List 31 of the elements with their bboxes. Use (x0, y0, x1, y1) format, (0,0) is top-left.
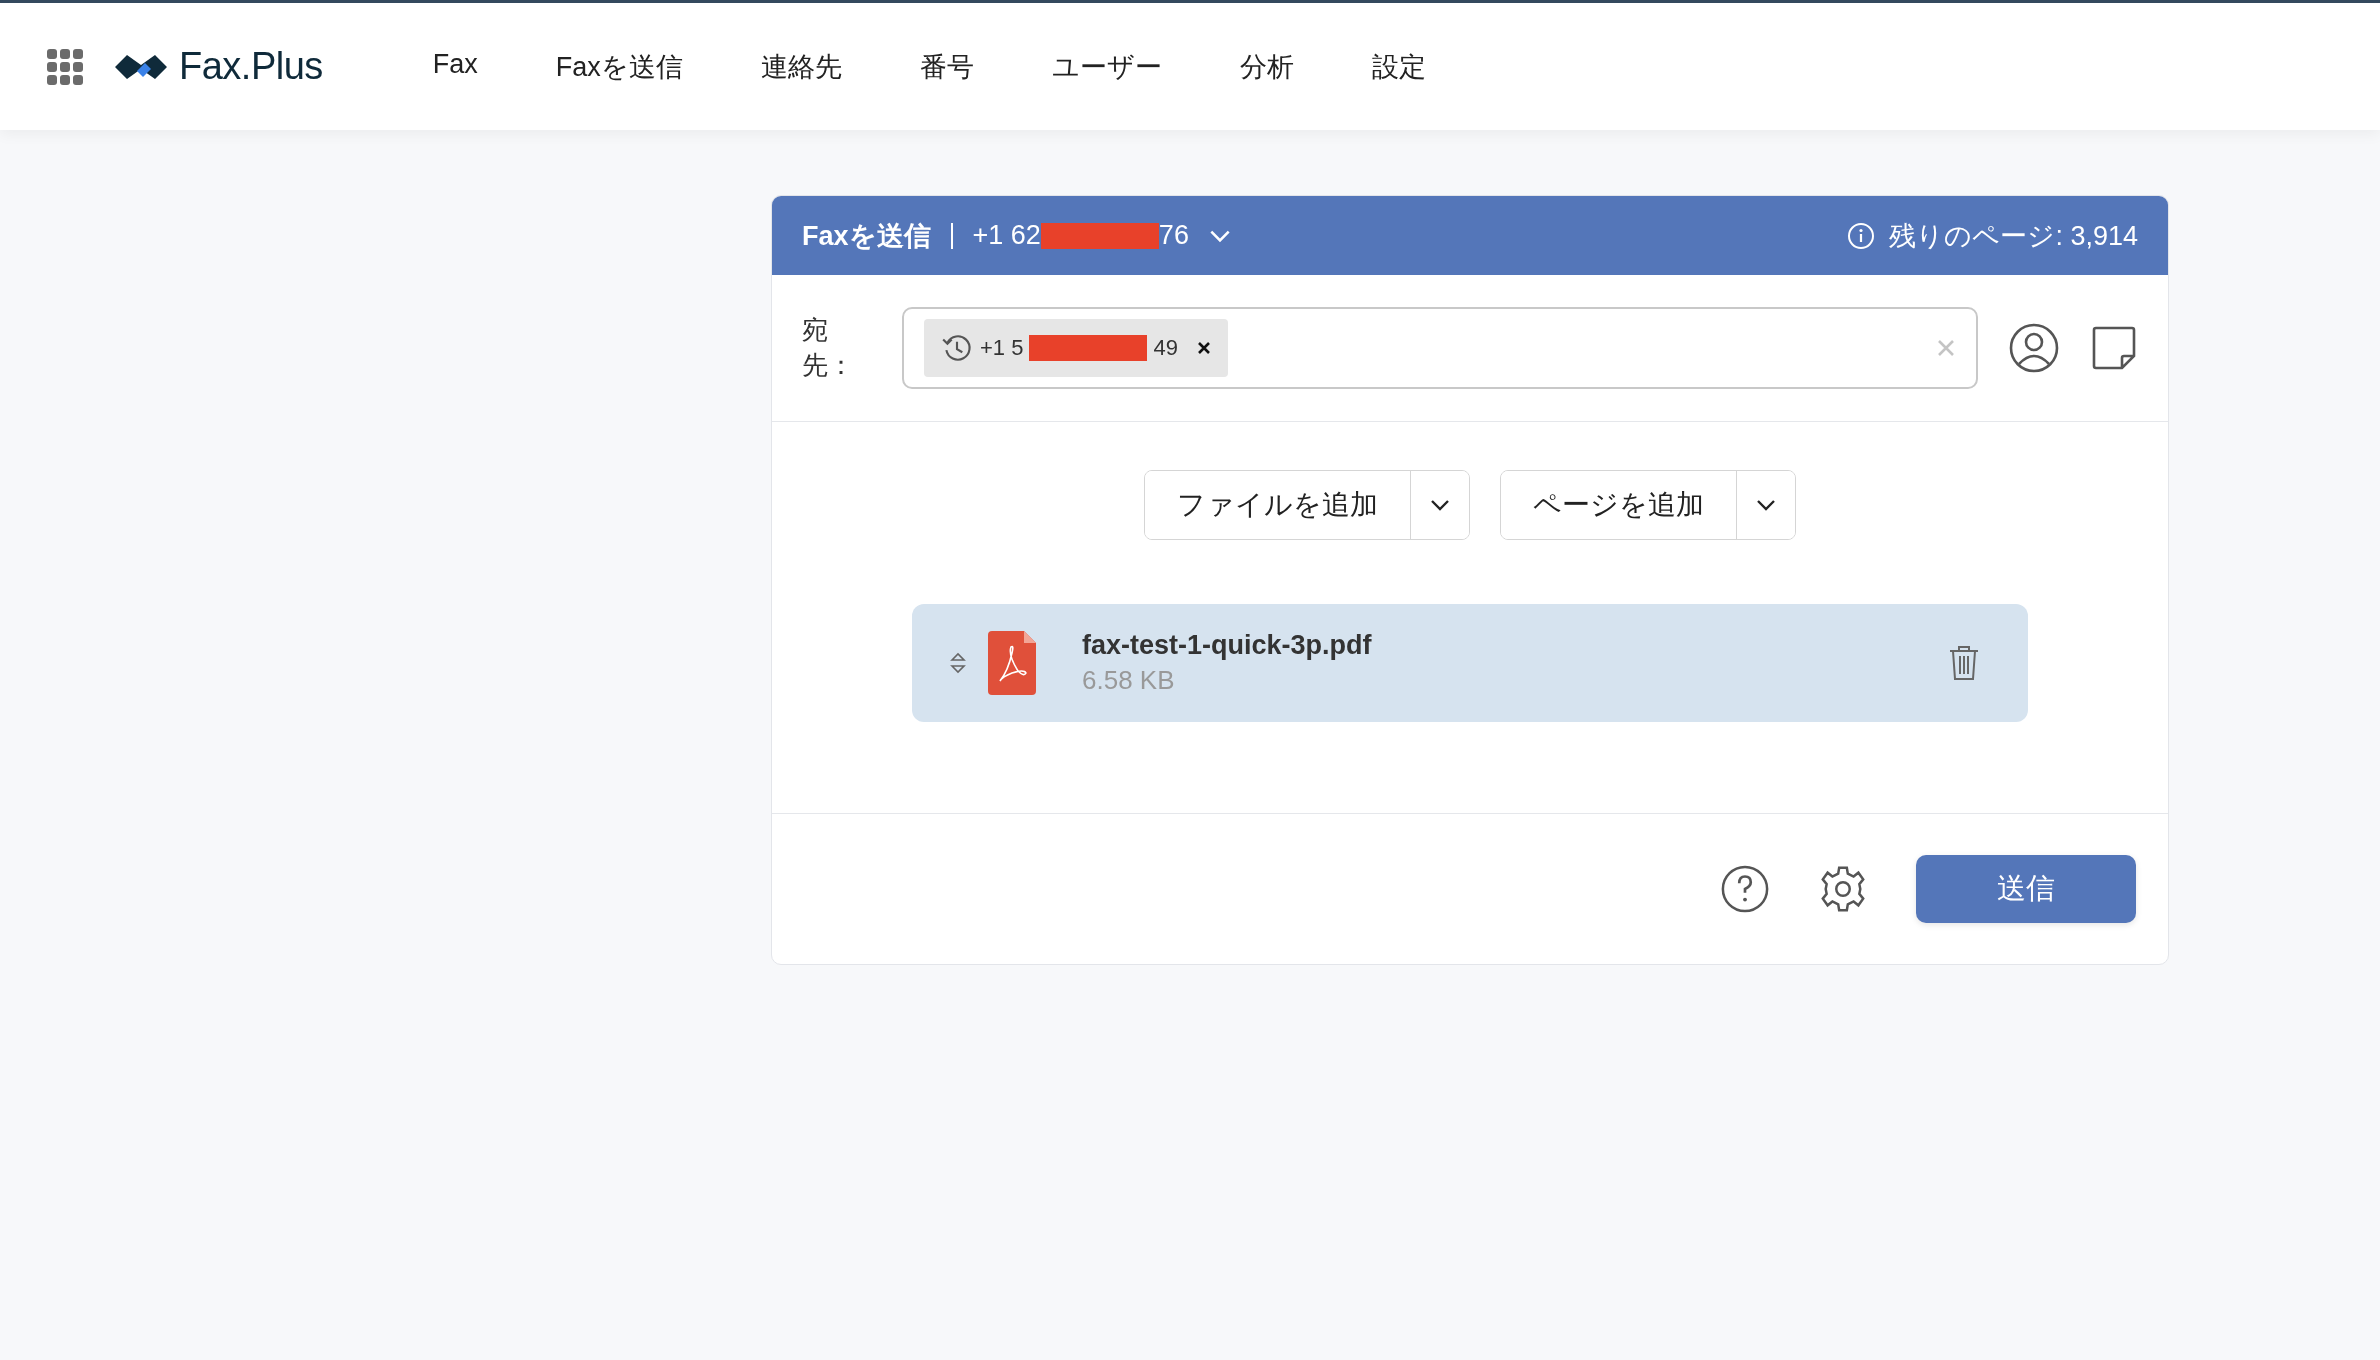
add-button[interactable]: ファイルを追加 (1145, 471, 1411, 539)
nav-link[interactable]: 連絡先 (760, 48, 842, 85)
add-button[interactable]: ページを追加 (1501, 471, 1737, 539)
contact-icon[interactable] (2008, 322, 2060, 374)
nav-link[interactable]: 分析 (1239, 48, 1294, 85)
nav-link[interactable]: 番号 (919, 48, 974, 85)
sender-number: 76 (1158, 220, 1189, 251)
sort-icon[interactable] (950, 651, 966, 675)
sender-number: +1 62 (972, 220, 1041, 251)
send-button[interactable]: 送信 (1916, 855, 2136, 923)
help-icon[interactable] (1720, 864, 1770, 914)
info-icon (1847, 221, 1876, 250)
pages-remaining: 残りのページ: 3,914 (1889, 219, 2138, 253)
nav-link[interactable]: Faxを送信 (555, 48, 683, 85)
recipient-number: 49 (1153, 335, 1178, 361)
card-title: Faxを送信 (802, 219, 931, 253)
nav-link[interactable]: 設定 (1371, 48, 1426, 85)
remove-icon[interactable] (1195, 340, 1212, 356)
app-grid-icon[interactable] (47, 48, 83, 85)
settings-icon[interactable] (1818, 864, 1868, 914)
logo-text: Fax.Plus (179, 45, 323, 88)
delete-icon[interactable] (1948, 645, 1980, 681)
note-icon[interactable] (2090, 324, 2138, 372)
nav-link[interactable]: Fax (432, 48, 478, 85)
pdf-file-icon (988, 631, 1036, 695)
recipient-label: 宛先： (802, 314, 855, 382)
file-size: 6.58 KB (1082, 665, 1176, 696)
recipient-number: +1 5 (980, 335, 1024, 361)
recipient-field[interactable]: +1 5 49 (902, 307, 1978, 389)
nav-link[interactable]: ユーザー (1051, 48, 1162, 85)
file-name: fax-test-1-quick-3p.pdf (1082, 630, 1372, 661)
